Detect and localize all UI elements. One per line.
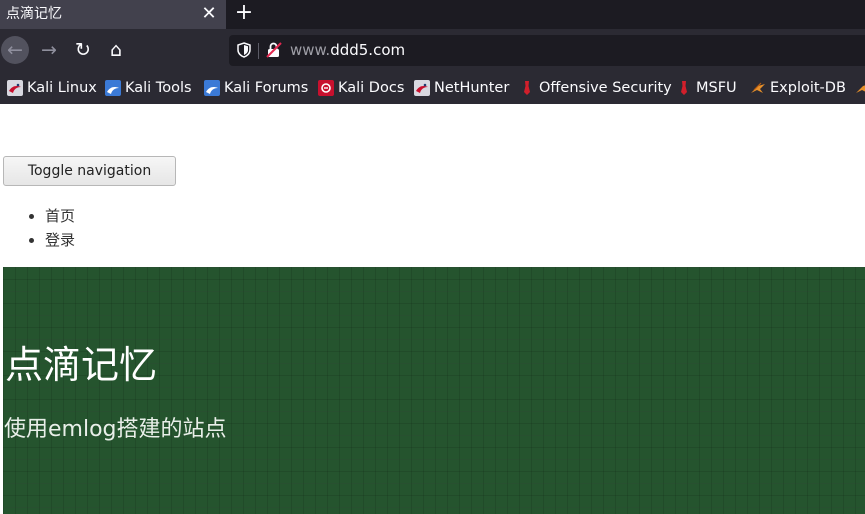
url-prefix: www. xyxy=(290,41,331,59)
new-tab-button[interactable]: + xyxy=(232,1,256,27)
bookmark-label: NetHunter xyxy=(434,80,510,96)
forward-button[interactable]: → xyxy=(35,36,63,64)
tab-active[interactable]: 点滴记忆 ✕ xyxy=(0,0,226,29)
kali-dragon-icon xyxy=(204,80,220,96)
nav-item-home: 首页 xyxy=(45,204,75,228)
bookmark-label: MSFU xyxy=(696,80,737,96)
bookmark-label: Kali Docs xyxy=(338,80,405,96)
url-separator xyxy=(258,43,259,59)
kali-dragon-icon xyxy=(414,80,430,96)
bookmark-label: Offensive Security xyxy=(539,80,672,96)
hero-banner: 点滴记忆 使用emlog搭建的站点 xyxy=(3,267,865,514)
url-text[interactable]: www.ddd5.com xyxy=(290,41,405,60)
insecure-lock-icon[interactable] xyxy=(265,41,283,59)
exploit-db-icon xyxy=(856,85,865,93)
nav-list: 首页 登录 xyxy=(23,204,75,252)
home-button[interactable]: ⌂ xyxy=(102,36,130,64)
nav-link-login[interactable]: 登录 xyxy=(45,231,75,249)
kali-dragon-icon xyxy=(105,80,121,96)
bookmarks-toolbar: Kali Linux Kali Tools Kali Forums Kali D… xyxy=(0,72,865,104)
close-tab-icon[interactable]: ✕ xyxy=(199,3,219,25)
site-subtitle: 使用emlog搭建的站点 xyxy=(4,417,227,442)
exploit-db-icon xyxy=(751,82,765,93)
tab-title: 点滴记忆 xyxy=(6,6,62,22)
bookmark-label: Kali Linux xyxy=(27,80,97,96)
bookmark-label: Kali Forums xyxy=(224,80,309,96)
shield-icon[interactable] xyxy=(237,42,251,58)
tab-strip: 点滴记忆 ✕ + xyxy=(0,0,865,29)
kali-docs-icon xyxy=(318,80,334,96)
bookmark-label: Exploit-DB xyxy=(770,80,846,96)
nav-item-login: 登录 xyxy=(45,228,75,252)
url-bar[interactable]: www.ddd5.com xyxy=(229,35,865,66)
nav-link-home[interactable]: 首页 xyxy=(45,207,75,225)
url-domain: ddd5.com xyxy=(330,41,406,59)
offsec-icon xyxy=(681,81,687,95)
reload-button[interactable]: ↻ xyxy=(69,36,97,64)
offsec-icon xyxy=(524,81,530,95)
bookmark-label: Kali Tools xyxy=(125,80,192,96)
back-button[interactable]: ← xyxy=(1,36,29,64)
kali-dragon-icon xyxy=(7,80,23,96)
page-content: Toggle navigation 首页 登录 点滴记忆 使用emlog搭建的站… xyxy=(0,104,865,514)
toggle-navigation-button[interactable]: Toggle navigation xyxy=(3,156,176,186)
site-title[interactable]: 点滴记忆 xyxy=(5,341,157,389)
navigation-toolbar: ← → ↻ ⌂ www.ddd5.com xyxy=(0,29,865,72)
